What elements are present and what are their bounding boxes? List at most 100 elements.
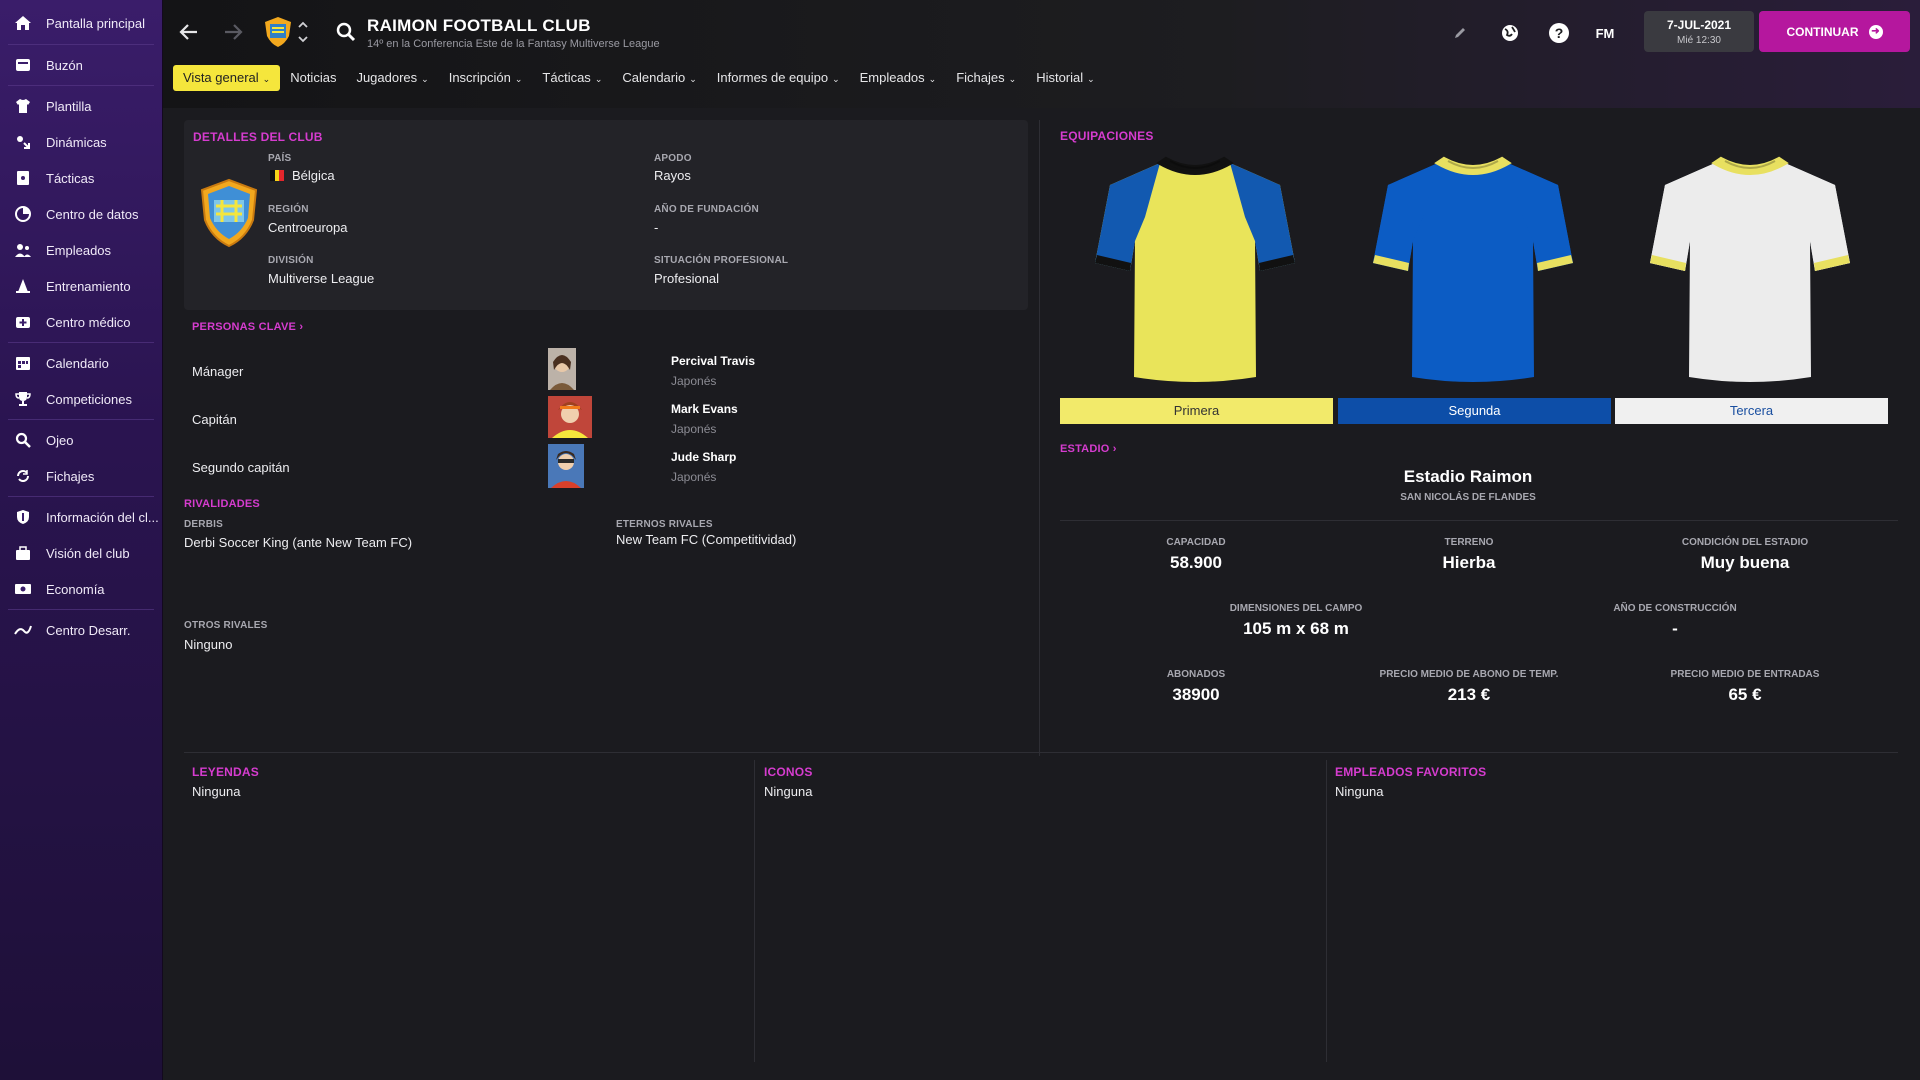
legends-value: Ninguna [192,784,241,799]
club-vision-icon [14,544,32,562]
sidebar-item-competitions[interactable]: Competiciones [0,381,162,417]
tab-historial[interactable]: Historial ⌄ [1026,65,1105,91]
sidebar-item-finances[interactable]: Economía [0,571,162,607]
chevron-right-icon: › [1109,443,1117,455]
back-arrow-icon[interactable] [177,20,201,44]
key-people-title[interactable]: PERSONAS CLAVE › [192,321,303,333]
manager-avatar [548,348,576,390]
tab-fichajes[interactable]: Fichajes ⌄ [946,65,1026,91]
sidebar-item-label: Buzón [46,57,83,73]
tab-jugadores[interactable]: Jugadores ⌄ [346,65,438,91]
club-crest [198,178,260,248]
forward-arrow-icon[interactable] [221,20,245,44]
kit-label[interactable]: Tercera [1615,398,1888,424]
tab-noticias[interactable]: Noticias [280,65,346,91]
tab-label: Fichajes [956,70,1005,85]
sidebar-item-club-vision[interactable]: Visión del club [0,535,162,571]
sidebar-item-label: Tácticas [46,170,95,186]
svg-text:?: ? [1555,25,1564,41]
key-person-name[interactable]: Mark Evans [671,402,738,416]
divider [8,496,154,497]
stadium-title[interactable]: ESTADIO › [1060,443,1117,455]
key-person-row[interactable]: Mánager Percival Travis Japonés [192,346,892,394]
search-icon[interactable] [336,22,356,42]
sidebar-item-tactics[interactable]: Tácticas [0,160,162,196]
favourite-staff-value: Ninguna [1335,784,1384,799]
tab-informes-de-equipo[interactable]: Informes de equipo ⌄ [707,65,850,91]
kit-shirt-1[interactable] [1090,155,1300,390]
stadium-divider [1060,520,1898,521]
sidebar-item-label: Competiciones [46,391,132,407]
divider [8,44,154,45]
kit-shirt-3[interactable] [1645,155,1855,390]
staff-icon [14,241,32,259]
tab-label: Calendario [622,70,686,85]
tab-label: Vista general [183,70,259,85]
divider [8,419,154,420]
sidebar-item-staff[interactable]: Empleados [0,232,162,268]
sidebar-item-medical[interactable]: Centro médico [0,304,162,340]
key-person-row[interactable]: Capitán Mark Evans Japonés [192,394,892,442]
key-person-row[interactable]: Segundo capitán Jude Sharp Japonés [192,442,892,490]
country-value[interactable]: Bélgica [292,168,335,183]
kit-label[interactable]: Primera [1060,398,1333,424]
belgium-flag-icon [270,170,285,181]
sidebar-item-calendar[interactable]: Calendario [0,345,162,381]
sidebar-item-squad[interactable]: Plantilla [0,88,162,124]
divider [8,609,154,610]
continue-button[interactable]: CONTINUAR ➜ [1759,11,1910,52]
key-person-nationality: Japonés [671,422,717,436]
help-icon[interactable]: ? [1546,20,1572,46]
tab-label: Noticias [290,70,337,85]
fm-menu-button[interactable]: FM [1587,20,1623,46]
pitch-dimensions-value: 105 m x 68 m [1243,619,1349,638]
kit-shirt-2[interactable] [1368,155,1578,390]
sidebar-item-label: Fichajes [46,468,95,484]
sidebar-item-home[interactable]: Pantalla principal [0,4,162,42]
club-details-title: DETALLES DEL CLUB [193,130,323,144]
division-label: DIVISIÓN [268,255,314,266]
key-person-name[interactable]: Percival Travis [671,354,755,368]
bottom-divider [184,752,1898,753]
sidebar-item-training[interactable]: Entrenamiento [0,268,162,304]
stadium-name[interactable]: Estadio Raimon [1060,467,1876,487]
date-display[interactable]: 7-JUL-2021 Mié 12:30 [1644,11,1754,52]
club-crest-small[interactable] [263,16,293,48]
sidebar-item-club-info[interactable]: Información del cl... [0,499,162,535]
edit-pencil-icon[interactable] [1447,20,1473,46]
sidebar-item-inbox[interactable]: Buzón [0,47,162,83]
tactics-icon [14,169,32,187]
key-person-name[interactable]: Jude Sharp [671,450,736,464]
tab-calendario[interactable]: Calendario ⌄ [612,65,706,91]
surface-value: Hierba [1442,553,1496,572]
sidebar-item-scouting[interactable]: Ojeo [0,422,162,458]
tab-inscripción[interactable]: Inscripción ⌄ [439,65,533,91]
sidebar-item-data-hub[interactable]: Centro de datos [0,196,162,232]
division-value[interactable]: Multiverse League [268,271,374,286]
column-divider [1039,120,1040,756]
chevron-down-icon: ⌄ [594,74,603,84]
kits-title: EQUIPACIONES [1060,129,1154,143]
world-globe-icon[interactable] [1497,20,1523,46]
other-rivals-label: OTROS RIVALES [184,620,268,631]
tab-vista-general[interactable]: Vista general ⌄ [173,65,281,91]
kit-label[interactable]: Segunda [1338,398,1611,424]
derbies-value[interactable]: Derbi Soccer King (ante New Team FC) [184,535,412,550]
club-switch-chevrons-icon[interactable] [297,18,309,46]
chevron-down-icon: ⌄ [514,74,523,84]
nickname-label: APODO [654,153,692,164]
tab-empleados[interactable]: Empleados ⌄ [850,65,947,91]
bottom-column-divider [754,760,755,1062]
sidebar-item-dynamics[interactable]: Dinámicas [0,124,162,160]
region-value: Centroeuropa [268,220,348,235]
eternal-rivals-value[interactable]: New Team FC (Competitividad) [616,532,796,547]
finances-icon [14,580,32,598]
key-person-role: Capitán [192,412,237,427]
sidebar-item-label: Visión del club [46,545,130,561]
sidebar-item-development-centre[interactable]: Centro Desarr. [0,612,162,648]
sidebar-item-transfers[interactable]: Fichajes [0,458,162,494]
chevron-down-icon: ⌄ [1008,74,1017,84]
chevron-down-icon: ⌄ [421,74,429,84]
home-icon [14,14,32,32]
tab-tácticas[interactable]: Tácticas ⌄ [532,65,612,91]
